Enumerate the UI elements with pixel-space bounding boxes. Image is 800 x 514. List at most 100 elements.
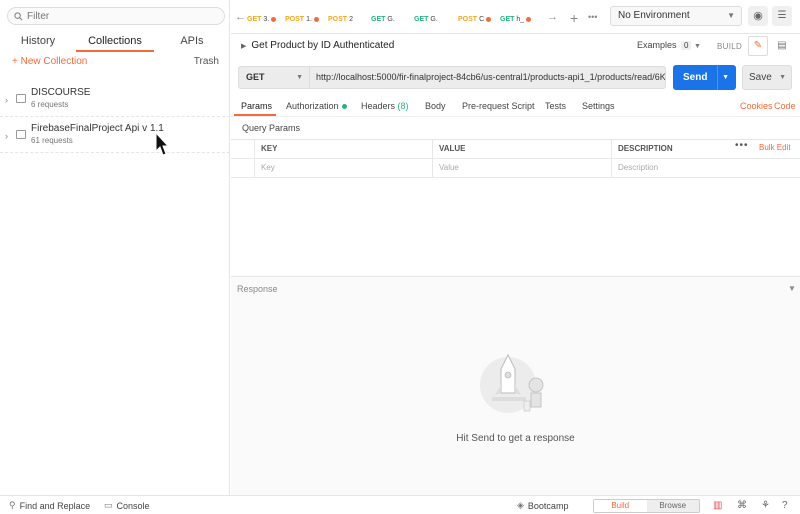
bootcamp-button[interactable]: ◈ Bootcamp (517, 500, 568, 511)
browse-toggle[interactable]: Browse (646, 500, 699, 512)
help-graph-icon[interactable]: ⚘ (761, 500, 770, 511)
chevron-right-icon[interactable]: › (5, 95, 8, 105)
collection-name: FirebaseFinalProject Api v 1.1 (31, 123, 164, 134)
rocket-illustration-icon (480, 353, 544, 413)
filter-input[interactable] (27, 10, 217, 22)
examples-dropdown[interactable]: Examples 0 ▼ (637, 40, 701, 50)
console-label: Console (116, 500, 150, 511)
sidebar-tabs: History Collections APIs (0, 32, 230, 52)
request-tab[interactable]: POST 1. (285, 16, 319, 23)
column-header-value: VALUE (433, 140, 612, 159)
two-pane-view-icon[interactable]: ▥ (713, 500, 722, 511)
keyboard-shortcuts-icon[interactable]: ⌘ (737, 500, 747, 511)
tab-method: GET (414, 16, 429, 23)
request-tab[interactable]: POST 2 (328, 16, 353, 23)
eye-icon[interactable]: ◉ (748, 6, 768, 26)
tab-pre-request-script[interactable]: Pre-request Script (462, 101, 535, 111)
bulk-edit-link[interactable]: Bulk Edit (759, 143, 791, 152)
request-title-text: Get Product by ID Authenticated (251, 40, 395, 51)
tab-title: 2 (349, 16, 353, 23)
request-config-tabs: Params Authorization Headers (8) Body Pr… (231, 97, 800, 117)
tab-authorization[interactable]: Authorization (286, 101, 347, 111)
tab-method: POST (285, 16, 305, 23)
build-label: BUILD (717, 42, 743, 51)
request-title-row: ▶ Get Product by ID Authenticated Example… (231, 35, 800, 57)
tab-title: 1. (306, 16, 312, 23)
key-input[interactable]: Key (255, 159, 433, 178)
chevron-down-icon[interactable]: ▼ (779, 66, 786, 89)
graduation-cap-icon: ◈ (517, 500, 524, 510)
tab-title: h_ (516, 16, 525, 23)
request-tab[interactable]: GET h_ (500, 16, 532, 23)
tab-history[interactable]: History (0, 32, 76, 52)
tab-authorization-label: Authorization (286, 101, 339, 111)
tab-method: POST (328, 16, 348, 23)
send-button[interactable]: Send ▼ (673, 65, 736, 90)
description-input[interactable]: Description (612, 159, 800, 178)
more-icon[interactable]: ••• (588, 12, 597, 22)
value-input[interactable]: Value (433, 159, 612, 178)
tab-headers[interactable]: Headers (8) (361, 101, 409, 111)
table-row: Key Value Description (231, 159, 800, 178)
collection-item[interactable]: › FirebaseFinalProject Api v 1.1 61 requ… (0, 117, 230, 153)
cookies-link[interactable]: Cookies (740, 101, 773, 111)
triangle-right-icon: ▶ (241, 43, 247, 50)
search-icon: ⚲ (9, 500, 16, 510)
arrow-right-icon[interactable]: → (547, 11, 558, 23)
checkbox-column (231, 140, 255, 159)
tab-collections[interactable]: Collections (76, 32, 154, 52)
request-tab[interactable]: GET 3. (247, 16, 277, 23)
request-title[interactable]: ▶ Get Product by ID Authenticated (241, 40, 394, 51)
build-toggle[interactable]: Build (594, 500, 647, 512)
environment-select[interactable]: No Environment ▼ (610, 6, 742, 26)
chevron-down-icon[interactable]: ▼ (722, 65, 729, 90)
url-input[interactable]: http://localhost:5000/fir-finalproject-8… (310, 66, 666, 89)
chevron-down-icon[interactable]: ▼ (788, 284, 796, 293)
arrow-left-icon[interactable]: ← (235, 11, 246, 23)
tab-method: GET (371, 16, 386, 23)
method-select[interactable]: GET ▼ (238, 66, 310, 89)
plus-icon[interactable]: + (570, 10, 578, 26)
documentation-icon[interactable]: ▤ (772, 36, 792, 56)
tab-title: G. (430, 16, 438, 23)
save-button[interactable]: Save ▼ (742, 65, 792, 90)
active-tab-indicator (234, 114, 276, 116)
tab-settings[interactable]: Settings (582, 101, 615, 111)
collection-item[interactable]: › DISCOURSE 6 requests (0, 81, 230, 117)
tab-apis[interactable]: APIs (154, 32, 230, 52)
tab-method: GET (247, 16, 262, 23)
status-bar: ⚲ Find and Replace ▭ Console ◈ Bootcamp Bui… (0, 495, 800, 514)
chevron-right-icon[interactable]: › (5, 131, 8, 141)
tab-tests[interactable]: Tests (545, 101, 566, 111)
headers-count: (8) (397, 101, 409, 111)
tab-method: GET (500, 16, 515, 23)
unsaved-dot (486, 17, 492, 22)
query-params-title: Query Params (242, 123, 301, 133)
request-tab[interactable]: POST C (458, 16, 492, 23)
tab-body[interactable]: Body (425, 101, 446, 111)
environment-label: No Environment (618, 10, 690, 21)
tab-params[interactable]: Params (241, 101, 272, 111)
unsaved-dot (526, 17, 532, 22)
collection-request-count: 61 requests (31, 136, 73, 145)
search-icon (14, 11, 23, 20)
examples-label: Examples (637, 40, 677, 50)
collection-name: DISCOURSE (31, 87, 91, 98)
examples-count: 0 (681, 41, 692, 50)
console-button[interactable]: ▭ Console (104, 500, 150, 511)
save-label: Save (749, 72, 772, 83)
request-tab[interactable]: GET G. (371, 16, 395, 23)
trash-button[interactable]: Trash (194, 56, 219, 70)
more-options-icon[interactable]: ••• (735, 140, 749, 151)
tab-title: 3. (263, 16, 270, 23)
help-icon[interactable]: ? (782, 500, 788, 511)
pencil-icon[interactable]: ✎ (748, 36, 768, 56)
new-collection-button[interactable]: + New Collection (12, 56, 87, 70)
settings-sliders-icon[interactable]: ☰ (772, 6, 792, 26)
code-link[interactable]: Code (774, 101, 796, 111)
tab-headers-label: Headers (361, 101, 396, 111)
find-replace-button[interactable]: ⚲ Find and Replace (9, 500, 90, 511)
request-tab[interactable]: GET G. (414, 16, 438, 23)
filter-box[interactable] (7, 7, 225, 25)
console-icon: ▭ (104, 500, 113, 510)
